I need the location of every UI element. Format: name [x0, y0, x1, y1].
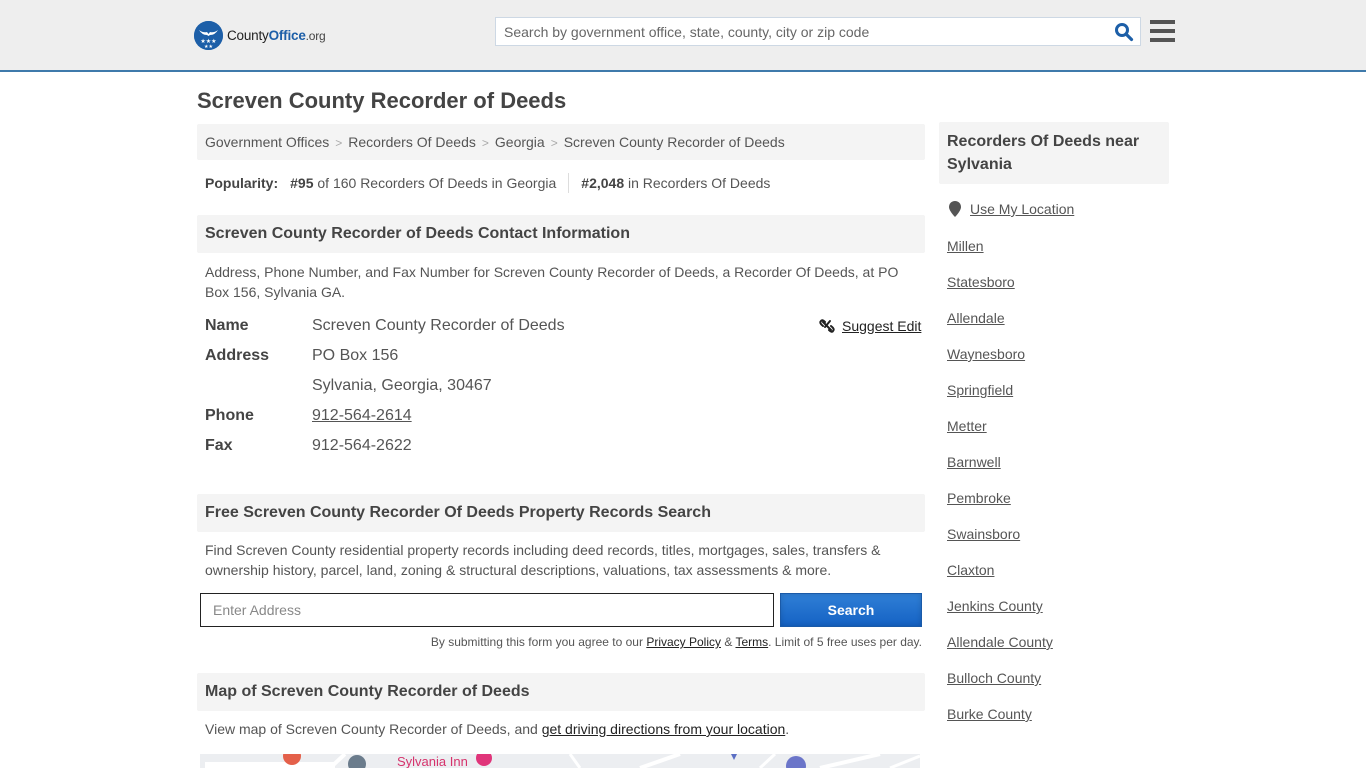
svg-text:★★: ★★: [204, 44, 213, 50]
nearby-link-burke-county[interactable]: Burke County: [947, 704, 1053, 740]
use-my-location[interactable]: Use My Location: [949, 201, 1074, 217]
suggest-edit-link[interactable]: Suggest Edit: [842, 318, 921, 334]
fax-label: Fax: [205, 437, 233, 454]
site-search-input[interactable]: [496, 18, 1096, 45]
address-line2: Sylvania, Georgia, 30467: [312, 377, 492, 394]
nearby-link-waynesboro[interactable]: Waynesboro: [947, 344, 1053, 380]
popularity-label: Popularity:: [205, 175, 279, 191]
nearby-link-barnwell[interactable]: Barnwell: [947, 452, 1053, 488]
popularity-divider: [568, 173, 570, 193]
location-pin-icon: [949, 201, 961, 217]
nearby-link-allendale[interactable]: Allendale: [947, 308, 1053, 344]
terms-link[interactable]: Terms: [735, 635, 768, 649]
breadcrumb-item-government-offices[interactable]: Government Offices: [205, 134, 329, 150]
map-canvas: Sylvania Inn: [200, 754, 920, 768]
map-label-sylvania-inn[interactable]: Sylvania Inn: [397, 754, 468, 768]
nearby-link-millen[interactable]: Millen: [947, 236, 1053, 272]
suggest-edit[interactable]: Suggest Edit: [819, 318, 921, 334]
breadcrumb-item-georgia[interactable]: Georgia: [495, 134, 545, 150]
name-label: Name: [205, 317, 249, 334]
phone-label: Phone: [205, 407, 254, 424]
site-header: ★★★ ★★ CountyOffice.org: [0, 0, 1366, 72]
breadcrumb-item-recorders-of-deeds[interactable]: Recorders Of Deeds: [348, 134, 476, 150]
driving-directions-link[interactable]: get driving directions from your locatio…: [542, 721, 786, 737]
hamburger-menu-icon[interactable]: [1150, 20, 1175, 42]
address-label: Address: [205, 347, 270, 364]
address-field: [200, 593, 774, 627]
sidebar-heading: Recorders Of Deeds near Sylvania: [939, 122, 1169, 184]
nearby-link-allendale-county[interactable]: Allendale County: [947, 632, 1053, 668]
breadcrumb-separator: >: [335, 136, 343, 150]
address-row-2: Sylvania, Georgia, 30467: [205, 371, 492, 401]
nearby-link-metter[interactable]: Metter: [947, 416, 1053, 452]
eagle-logo-icon: ★★★ ★★: [194, 20, 223, 50]
contact-description: Address, Phone Number, and Fax Number fo…: [205, 264, 899, 300]
search-icon[interactable]: [1114, 22, 1134, 42]
map-description: View map of Screven County Recorder of D…: [205, 721, 790, 737]
address-line1: PO Box 156: [312, 347, 399, 364]
property-search-button[interactable]: Search: [780, 593, 922, 627]
nearby-list: Millen Statesboro Allendale Waynesboro S…: [947, 236, 1053, 740]
page-title: Screven County Recorder of Deeds: [197, 88, 567, 113]
nearby-link-pembroke[interactable]: Pembroke: [947, 488, 1053, 524]
nearby-link-jenkins-county[interactable]: Jenkins County: [947, 596, 1053, 632]
breadcrumb-item-current: Screven County Recorder of Deeds: [563, 134, 785, 150]
site-search: [495, 17, 1141, 46]
address-row: Address PO Box 156: [205, 341, 398, 371]
property-search-heading: Free Screven County Recorder Of Deeds Pr…: [197, 494, 925, 532]
name-row: Name Screven County Recorder of Deeds: [205, 311, 565, 341]
phone-row: Phone 912-564-2614: [205, 401, 412, 431]
contact-heading: Screven County Recorder of Deeds Contact…: [197, 215, 925, 253]
nearby-link-springfield[interactable]: Springfield: [947, 380, 1053, 416]
breadcrumb: Government Offices > Recorders Of Deeds > Ge…: [197, 124, 925, 160]
nearby-link-swainsboro[interactable]: Swainsboro: [947, 524, 1053, 560]
national-rank-text: in Recorders Of Deeds: [628, 175, 771, 191]
address-input[interactable]: [201, 594, 773, 626]
breadcrumb-separator: >: [481, 136, 489, 150]
popularity-bar: Popularity: #95 of 160 Recorders Of Deed…: [205, 173, 770, 193]
name-value: Screven County Recorder of Deeds: [312, 317, 565, 334]
logo-text: CountyOffice.org: [227, 27, 326, 43]
breadcrumb-separator: >: [550, 136, 558, 150]
fax-value: 912-564-2622: [312, 437, 412, 454]
phone-link[interactable]: 912-564-2614: [312, 407, 412, 425]
nearby-link-bulloch-county[interactable]: Bulloch County: [947, 668, 1053, 704]
form-disclaimer: By submitting this form you agree to our…: [430, 635, 922, 649]
nearby-link-claxton[interactable]: Claxton: [947, 560, 1053, 596]
site-logo[interactable]: ★★★ ★★ CountyOffice.org: [194, 20, 326, 50]
map-heading: Map of Screven County Recorder of Deeds: [197, 673, 925, 711]
use-my-location-link[interactable]: Use My Location: [970, 201, 1074, 217]
property-search-description: Find Screven County residential property…: [205, 542, 881, 578]
privacy-policy-link[interactable]: Privacy Policy: [646, 635, 721, 649]
map[interactable]: Sylvania Inn: [200, 754, 920, 768]
state-rank: #95: [290, 175, 314, 191]
state-rank-text: of 160 Recorders Of Deeds in Georgia: [317, 175, 557, 191]
fax-row: Fax 912-564-2622: [205, 431, 412, 461]
national-rank: #2,048: [581, 175, 625, 191]
unlink-icon: [819, 319, 835, 333]
nearby-link-statesboro[interactable]: Statesboro: [947, 272, 1053, 308]
